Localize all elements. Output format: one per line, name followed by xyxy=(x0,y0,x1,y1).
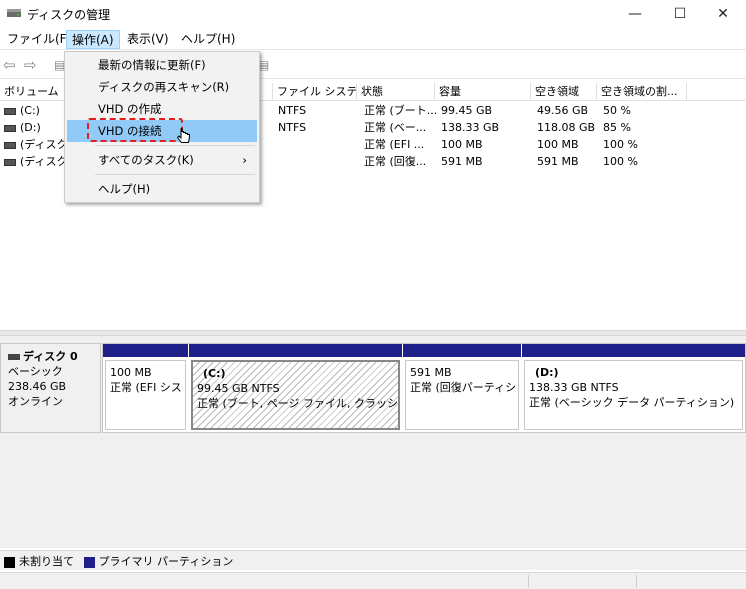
cell-filesystem: NTFS xyxy=(278,104,307,117)
cell-volume: (D:) xyxy=(20,121,41,134)
partition-size: 100 MB xyxy=(110,366,152,379)
red-dashed-highlight xyxy=(87,118,183,142)
submenu-arrow-icon: › xyxy=(242,153,247,167)
partition-efi[interactable]: 100 MB 正常 (EFI シス xyxy=(103,344,188,432)
partition-bar xyxy=(189,344,402,357)
menu-refresh[interactable]: 最新の情報に更新(F) xyxy=(67,54,257,76)
status-divider xyxy=(528,575,529,588)
menu-action[interactable]: 操作(A) xyxy=(66,30,120,49)
partition-size: 591 MB xyxy=(410,366,452,379)
partition-size: 99.45 GB NTFS xyxy=(197,382,280,395)
partition-d[interactable]: (D:) 138.33 GB NTFS 正常 (ベーシック データ パーティショ… xyxy=(522,344,745,432)
partition-bar xyxy=(522,344,745,357)
partition-label: (C:) xyxy=(203,367,226,380)
menu-all-tasks[interactable]: すべてのタスク(K) › xyxy=(67,149,257,171)
disk-type: ベーシック xyxy=(8,365,63,378)
volume-icon xyxy=(4,124,16,132)
minimize-button[interactable]: — xyxy=(612,0,658,28)
partition-status: 正常 (EFI シス xyxy=(110,381,182,394)
cell-status: 正常 (回復... xyxy=(364,155,427,168)
menu-attach-vhd[interactable]: VHD の接続 xyxy=(67,118,257,143)
menu-rescan-disks[interactable]: ディスクの再スキャン(R) xyxy=(67,76,257,98)
cell-filesystem: NTFS xyxy=(278,121,307,134)
menu-bar: ファイル(F) 操作(A) 表示(V) ヘルプ(H) xyxy=(0,28,746,50)
column-free-space[interactable]: 空き領域 xyxy=(531,83,597,101)
partition-label: (D:) xyxy=(535,366,559,379)
cell-free-percent: 100 % xyxy=(603,138,638,151)
partition-status: 正常 (回復パーティシ xyxy=(410,381,517,394)
disk-name: ディスク 0 xyxy=(23,350,78,363)
partition-status: 正常 (ブート, ページ ファイル, クラッシュ ダン xyxy=(197,397,399,410)
menu-help[interactable]: ヘルプ(H) xyxy=(176,30,240,49)
disk-graphical-view: ディスク 0 ベーシック 238.46 GB オンライン 100 MB 正常 (… xyxy=(0,336,746,548)
status-divider xyxy=(636,575,637,588)
column-capacity[interactable]: 容量 xyxy=(435,83,531,101)
unallocated-swatch xyxy=(4,556,15,568)
cell-free-percent: 85 % xyxy=(603,121,631,134)
cell-capacity: 138.33 GB xyxy=(441,121,500,134)
menu-create-vhd[interactable]: VHD の作成 xyxy=(67,98,257,120)
cell-capacity: 100 MB xyxy=(441,138,483,151)
volume-icon xyxy=(4,107,16,115)
menu-help-item[interactable]: ヘルプ(H) xyxy=(67,178,257,200)
partition-status: 正常 (ベーシック データ パーティション) xyxy=(529,396,735,409)
action-dropdown-menu: 最新の情報に更新(F) ディスクの再スキャン(R) VHD の作成 VHD の接… xyxy=(64,51,260,203)
maximize-button[interactable]: ☐ xyxy=(657,0,703,28)
back-arrow-icon[interactable]: ⇦ xyxy=(3,56,16,74)
partition-recovery[interactable]: 591 MB 正常 (回復パーティシ xyxy=(403,344,521,432)
partition-c[interactable]: (C:) 99.45 GB NTFS 正常 (ブート, ページ ファイル, クラ… xyxy=(189,344,402,432)
menu-separator xyxy=(95,174,255,175)
disk-icon xyxy=(8,354,20,360)
column-status[interactable]: 状態 xyxy=(357,83,435,101)
menu-view[interactable]: 表示(V) xyxy=(122,30,174,49)
cell-status: 正常 (ブート... xyxy=(364,104,438,117)
partition-bar xyxy=(103,344,188,357)
menu-separator xyxy=(95,145,255,146)
column-free-percent[interactable]: 空き領域の割... xyxy=(597,83,687,101)
partition-bar xyxy=(403,344,521,357)
cell-capacity: 99.45 GB xyxy=(441,104,493,117)
primary-partition-swatch xyxy=(83,556,95,568)
disk-management-app-icon xyxy=(7,9,21,17)
menu-all-tasks-label: すべてのタスク(K) xyxy=(98,153,194,167)
cell-status: 正常 (EFI ... xyxy=(364,138,425,151)
cell-filesystem xyxy=(274,154,278,170)
cell-volume: (C:) xyxy=(20,104,40,117)
cell-free-space: 49.56 GB xyxy=(537,104,589,117)
status-bar xyxy=(0,572,746,589)
volume-icon xyxy=(4,158,16,166)
legend: 未割り当て プライマリ パーティション xyxy=(0,550,746,570)
disk-0-label[interactable]: ディスク 0 ベーシック 238.46 GB オンライン xyxy=(0,343,101,433)
hand-cursor-icon xyxy=(177,128,190,143)
window-title: ディスクの管理 xyxy=(27,8,111,22)
disk-state: オンライン xyxy=(8,395,63,408)
forward-arrow-icon[interactable]: ⇨ xyxy=(24,56,37,74)
cell-free-percent: 100 % xyxy=(603,155,638,168)
cell-free-space: 100 MB xyxy=(537,138,579,151)
cell-capacity: 591 MB xyxy=(441,155,483,168)
volume-icon xyxy=(4,141,16,149)
title-bar: ディスクの管理 — ☐ ✕ xyxy=(0,0,746,28)
close-button[interactable]: ✕ xyxy=(700,0,746,28)
partition-strip: 100 MB 正常 (EFI シス (C:) 99.45 GB NTFS 正常 … xyxy=(102,343,746,433)
column-filesystem[interactable]: ファイル システム xyxy=(273,83,357,101)
cell-free-space: 591 MB xyxy=(537,155,579,168)
disk-size: 238.46 GB xyxy=(8,380,67,393)
cell-free-percent: 50 % xyxy=(603,104,631,117)
cell-filesystem xyxy=(274,137,278,153)
legend-primary: プライマリ パーティション xyxy=(98,555,234,568)
cell-free-space: 118.08 GB xyxy=(537,121,596,134)
partition-size: 138.33 GB NTFS xyxy=(529,381,619,394)
legend-unallocated: 未割り当て xyxy=(19,555,74,568)
cell-status: 正常 (ベー... xyxy=(364,121,427,134)
